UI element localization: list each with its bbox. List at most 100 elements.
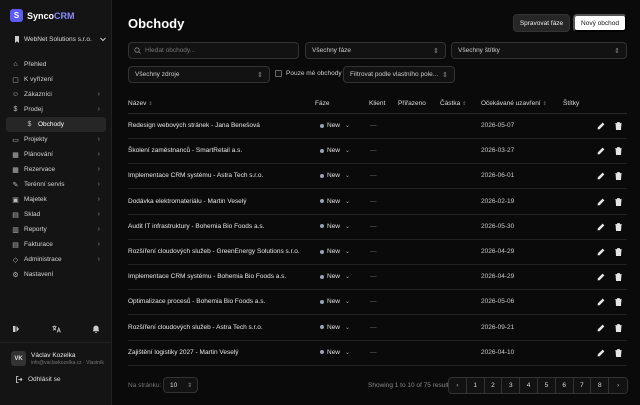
pagination-page[interactable]: 6 xyxy=(555,378,574,393)
deal-name[interactable]: Implementace CRM systému - Bohemia Bio F… xyxy=(128,273,286,280)
table-row[interactable]: Dodávka elektromateriálu - Martin Veselý… xyxy=(128,190,627,215)
deal-name[interactable]: Rozšíření cloudových služeb - Astra Tech… xyxy=(128,324,263,331)
sidebar-item-nastaveni[interactable]: ⚙ Nastavení xyxy=(6,267,106,282)
user-profile[interactable]: VK Václav Kozelka info@vaclavkozelka.cz … xyxy=(11,351,104,366)
client-value: — xyxy=(370,273,377,281)
pagination-page[interactable]: 3 xyxy=(502,378,521,393)
edit-icon[interactable] xyxy=(596,323,606,333)
phase-dropdown[interactable]: New ⌄ xyxy=(320,172,350,179)
table-row[interactable]: Implementace CRM systému - Bohemia Bio F… xyxy=(128,265,627,291)
trash-icon[interactable] xyxy=(613,146,623,156)
phase-select[interactable]: Všechny fáze ⇕ xyxy=(305,42,446,59)
phase-dropdown[interactable]: New ⌄ xyxy=(320,147,350,154)
layers-icon[interactable] xyxy=(12,325,20,335)
chevron-right-icon: › xyxy=(97,136,100,143)
table-row[interactable]: Zajištění logistiky 2027 - Martin Veselý… xyxy=(128,341,627,366)
phase-dropdown[interactable]: New ⌄ xyxy=(320,248,350,255)
trash-icon[interactable] xyxy=(613,323,623,333)
search-input[interactable]: Hledat obchody... xyxy=(128,42,299,59)
edit-icon[interactable] xyxy=(596,121,606,131)
trash-icon[interactable] xyxy=(613,348,623,358)
deal-name[interactable]: Zajištění logistiky 2027 - Martin Veselý xyxy=(128,349,239,356)
logout-icon xyxy=(16,376,23,383)
sidebar-item-label: Rezervace xyxy=(24,166,56,173)
sidebar-item-prodej[interactable]: $ Prodej › xyxy=(6,102,106,117)
tags-select[interactable]: Všechny štítky ⇕ xyxy=(451,42,627,59)
per-page-select[interactable]: 10 ⇕ xyxy=(163,377,198,393)
trash-icon[interactable] xyxy=(613,247,623,257)
edit-icon[interactable] xyxy=(596,348,606,358)
language-icon[interactable] xyxy=(52,325,61,335)
table-row[interactable]: Rozšíření cloudových služeb - Astra Tech… xyxy=(128,316,627,341)
edit-icon[interactable] xyxy=(596,272,606,282)
trash-icon[interactable] xyxy=(613,272,623,282)
custom-field-select[interactable]: Filtrovat podle vlastního pole... ⇕ xyxy=(343,66,455,83)
table-row[interactable]: Rozšíření cloudových služeb - GreenEnerg… xyxy=(128,240,627,265)
phase-dropdown[interactable]: New ⌄ xyxy=(320,198,350,205)
sidebar-item-terenni-servis[interactable]: ✎ Terénní servis › xyxy=(6,177,106,192)
edit-icon[interactable] xyxy=(596,197,606,207)
manage-phases-button[interactable]: Spravovat fáze xyxy=(513,14,570,32)
logout-button[interactable]: Odhlásit se xyxy=(16,376,61,383)
sidebar-item-obchody[interactable]: $ Obchody xyxy=(6,117,106,132)
pagination-page[interactable]: 8 xyxy=(591,378,610,393)
phase-dropdown[interactable]: New ⌄ xyxy=(320,122,350,129)
table-row[interactable]: Implementace CRM systému - Astra Tech s.… xyxy=(128,164,627,190)
new-deal-button[interactable]: Nový obchod xyxy=(573,14,627,32)
sidebar-item-projekty[interactable]: ▭ Projekty › xyxy=(6,132,106,147)
deal-name[interactable]: Optimalizace procesů - Bohemia Bio Foods… xyxy=(128,298,265,305)
phase-dropdown[interactable]: New ⌄ xyxy=(320,298,350,305)
chevron-down-icon: ⌄ xyxy=(345,249,351,255)
column-header-expected-close[interactable]: Očekávané uzavření ⇕ xyxy=(481,100,547,107)
phase-dropdown[interactable]: New ⌄ xyxy=(320,324,350,331)
pagination-page[interactable]: 7 xyxy=(573,378,592,393)
deal-name[interactable]: Implementace CRM systému - Astra Tech s.… xyxy=(128,172,263,179)
deal-name[interactable]: Redesign webových stránek - Jana Benešov… xyxy=(128,122,260,129)
deal-name[interactable]: Rozšíření cloudových služeb - GreenEnerg… xyxy=(128,248,300,255)
trash-icon[interactable] xyxy=(613,297,623,307)
sidebar-item-planovani[interactable]: ▦ Plánování › xyxy=(6,147,106,162)
edit-icon[interactable] xyxy=(596,171,606,181)
brand[interactable]: S SyncoCRM xyxy=(10,9,75,22)
edit-icon[interactable] xyxy=(596,247,606,257)
column-header-name[interactable]: Název ⇕ xyxy=(128,100,153,107)
sidebar-item-fakturace[interactable]: ▤ Fakturace › xyxy=(6,237,106,252)
pagination-page[interactable]: 4 xyxy=(520,378,538,393)
table-row[interactable]: Audit IT infrastruktury - Bohemia Bio Fo… xyxy=(128,215,627,240)
deal-name[interactable]: Audit IT infrastruktury - Bohemia Bio Fo… xyxy=(128,223,264,230)
trash-icon[interactable] xyxy=(613,222,623,232)
sidebar-item-rezervace[interactable]: ▦ Rezervace › xyxy=(6,162,106,177)
sidebar-item-sklad[interactable]: ▤ Sklad › xyxy=(6,207,106,222)
pagination-page[interactable]: 2 xyxy=(484,378,503,393)
pagination-prev-icon[interactable]: ‹ xyxy=(449,378,467,393)
table-row[interactable]: Redesign webových stránek - Jana Benešov… xyxy=(128,114,627,139)
sidebar-item-majetek[interactable]: ▣ Majetek › xyxy=(6,192,106,207)
only-mine-checkbox[interactable]: Pouze mé obchody xyxy=(275,70,342,77)
trash-icon[interactable] xyxy=(613,197,623,207)
table-row[interactable]: Optimalizace procesů - Bohemia Bio Foods… xyxy=(128,290,627,316)
column-header-amount[interactable]: Částka ⇕ xyxy=(440,100,466,107)
phase-dropdown[interactable]: New ⌄ xyxy=(320,349,350,356)
deal-name[interactable]: Školení zaměstnanců - SmartRetail a.s. xyxy=(128,147,242,154)
sidebar-item-reporty[interactable]: ▥ Reporty › xyxy=(6,222,106,237)
pagination-page[interactable]: 5 xyxy=(537,378,556,393)
org-switcher[interactable]: WebNet Solutions s.r.o. xyxy=(14,36,106,43)
source-select[interactable]: Všechny zdroje ⇕ xyxy=(128,66,270,83)
phase-dropdown[interactable]: New ⌄ xyxy=(320,223,350,230)
phase-dropdown[interactable]: New ⌄ xyxy=(320,273,350,280)
sidebar-item-zakaznici[interactable]: ☺ Zákazníci › xyxy=(6,87,106,102)
pagination-next-icon[interactable]: › xyxy=(609,378,627,393)
edit-icon[interactable] xyxy=(596,297,606,307)
trash-icon[interactable] xyxy=(613,171,623,181)
sidebar-item-prehled[interactable]: ⌂ Přehled xyxy=(6,57,106,72)
pagination-page[interactable]: 1 xyxy=(466,378,485,393)
trash-icon[interactable] xyxy=(613,121,623,131)
sidebar-item-k-vyrizeni[interactable]: ▢ K vyřízení xyxy=(6,72,106,87)
edit-icon[interactable] xyxy=(596,146,606,156)
edit-icon[interactable] xyxy=(596,222,606,232)
checkbox-box[interactable] xyxy=(275,70,282,77)
deal-name[interactable]: Dodávka elektromateriálu - Martin Veselý xyxy=(128,198,247,205)
bell-icon[interactable] xyxy=(92,325,100,335)
table-row[interactable]: Školení zaměstnanců - SmartRetail a.s. Ne… xyxy=(128,139,627,165)
sidebar-item-administrace[interactable]: ◇ Administrace › xyxy=(6,252,106,267)
